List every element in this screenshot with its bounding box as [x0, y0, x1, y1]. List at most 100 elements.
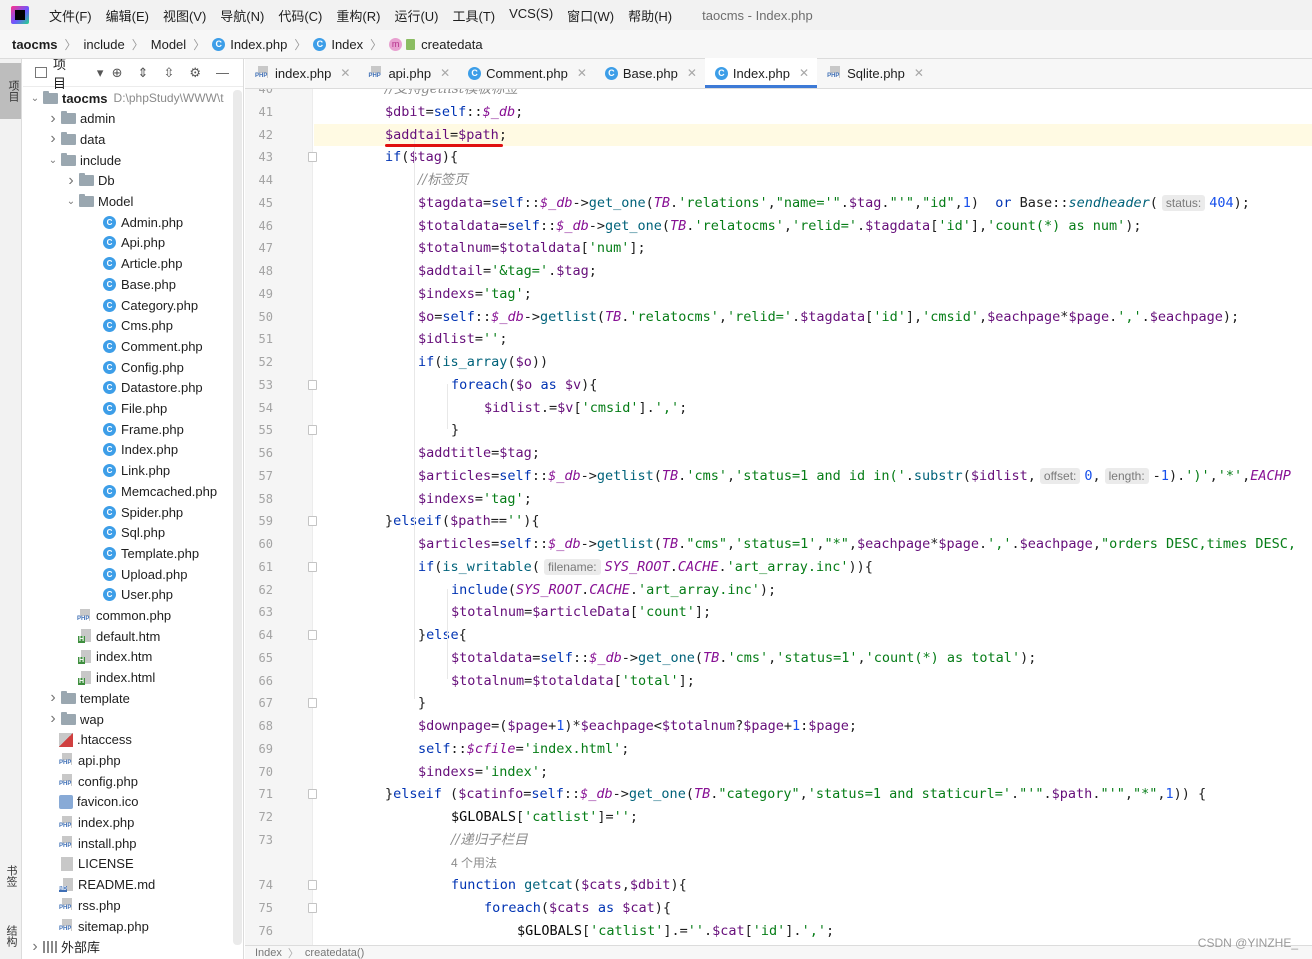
fold-marker-icon[interactable]: [308, 903, 317, 913]
code-editor[interactable]: 40 41 42 43 44 45 46 47 48 49 50 51 52 53 54 55 56 57 58 59…: [245, 89, 1312, 945]
tree-item-sitemap-php[interactable]: sitemap.php: [23, 916, 149, 936]
footer-crumb-class[interactable]: Index: [255, 947, 282, 959]
code-line[interactable]: $totalnum=$articleData['count'];: [451, 601, 711, 623]
tree-item-cms-php[interactable]: C Cms.php: [23, 316, 173, 336]
tree-item-frame-php[interactable]: C Frame.php: [23, 419, 184, 439]
tree-item-config-php[interactable]: config.php: [23, 771, 138, 791]
tab-base-php[interactable]: C Base.php ✕: [595, 58, 705, 88]
tab-index-php[interactable]: C Index.php ✕: [704, 58, 818, 88]
fold-marker-icon[interactable]: [308, 379, 317, 390]
code-line[interactable]: //标签页: [418, 169, 468, 191]
breadcrumb-model[interactable]: Model 〉: [151, 36, 212, 53]
code-line[interactable]: }else{: [418, 624, 467, 646]
fold-marker-icon[interactable]: [308, 425, 317, 436]
fold-marker-icon[interactable]: [308, 789, 317, 800]
tree-item-default-htm[interactable]: default.htm: [23, 626, 160, 646]
tab-index-php[interactable]: index.php ✕: [245, 58, 358, 88]
tree-item-template-php[interactable]: C Template.php: [23, 543, 199, 563]
tree-item-index-htm[interactable]: index.htm: [23, 647, 152, 667]
breadcrumb-method[interactable]: m createdata: [389, 37, 483, 52]
code-line[interactable]: }: [418, 692, 426, 714]
code-line[interactable]: $indexs='tag';: [418, 488, 532, 510]
fold-marker-icon[interactable]: [308, 698, 317, 709]
code-line[interactable]: //支持getlist模板标签: [385, 89, 518, 100]
project-tool-button[interactable]: 项目: [0, 63, 21, 119]
tree-item-api-php[interactable]: api.php: [23, 750, 121, 770]
collapse-all-icon[interactable]: ⇳: [163, 66, 174, 79]
code-line[interactable]: $idlist.=$v['cmsid'].',';: [484, 397, 687, 419]
expand-arrow-icon[interactable]: ⌄: [47, 155, 59, 166]
code-line[interactable]: $GLOBALS['catlist'].=''.$cat['id'].',';: [517, 920, 834, 942]
project-panel-title[interactable]: 项目: [53, 59, 77, 92]
tree-item-index-php[interactable]: C Index.php: [23, 440, 178, 460]
close-icon[interactable]: ✕: [799, 66, 809, 80]
app-logo-icon[interactable]: [11, 6, 29, 24]
tree-item-category-php[interactable]: C Category.php: [23, 295, 198, 315]
code-line[interactable]: if(is_array($o)): [418, 351, 548, 373]
expand-arrow-icon[interactable]: ›: [29, 938, 41, 956]
code-line[interactable]: $addtitle=$tag;: [418, 442, 540, 464]
tree-item-db[interactable]: › Db: [23, 171, 114, 191]
code-line[interactable]: $indexs='index';: [418, 761, 548, 783]
tree-item-sql-php[interactable]: C Sql.php: [23, 523, 165, 543]
expand-arrow-icon[interactable]: ⌄: [29, 93, 41, 104]
tree-item-spider-php[interactable]: C Spider.php: [23, 502, 183, 522]
tree-item-datastore-php[interactable]: C Datastore.php: [23, 378, 203, 398]
menu-item-5[interactable]: 重构(R): [328, 6, 386, 25]
expand-arrow-icon[interactable]: ›: [47, 710, 59, 728]
bookmarks-tool-button[interactable]: 书签: [3, 854, 19, 898]
expand-arrow-icon[interactable]: ›: [47, 689, 59, 707]
tree-item-include[interactable]: ⌄ include: [23, 150, 121, 170]
code-line[interactable]: }elseif($path==''){: [385, 510, 540, 532]
code-line[interactable]: if($tag){: [385, 146, 458, 168]
tree-item-readme-md[interactable]: README.md: [23, 875, 155, 895]
code-line[interactable]: $dbit=self::$_db;: [385, 101, 523, 123]
menu-item-8[interactable]: VCS(S): [501, 6, 559, 25]
code-line[interactable]: //递归子栏目: [451, 829, 528, 851]
tree-item-article-php[interactable]: C Article.php: [23, 254, 182, 274]
menu-item-9[interactable]: 窗口(W): [559, 6, 620, 25]
structure-tool-button[interactable]: 结构: [3, 914, 19, 958]
tree-item-rss-php[interactable]: rss.php: [23, 895, 121, 915]
code-line[interactable]: $o=self::$_db->getlist(TB.'relatocms','r…: [418, 306, 1239, 328]
close-icon[interactable]: ✕: [577, 66, 587, 80]
code-line[interactable]: $addtail='&tag='.$tag;: [418, 260, 597, 282]
menu-item-2[interactable]: 视图(V): [155, 6, 212, 25]
tree-item-admin[interactable]: › admin: [23, 109, 115, 129]
close-icon[interactable]: ✕: [440, 66, 450, 80]
tree-item-index-php[interactable]: index.php: [23, 813, 134, 833]
tree-item-wap[interactable]: › wap: [23, 709, 104, 729]
tree-item-taocms[interactable]: ⌄ taocms D:\phpStudy\WWW\t: [23, 88, 224, 108]
code-line[interactable]: $totaldata=self::$_db->get_one(TB.'cms',…: [451, 647, 1036, 669]
tree-item-link-php[interactable]: C Link.php: [23, 461, 170, 481]
expand-arrow-icon[interactable]: ›: [65, 172, 77, 190]
tree-item-base-php[interactable]: C Base.php: [23, 274, 176, 294]
tree-item-config-php[interactable]: C Config.php: [23, 357, 184, 377]
code-line[interactable]: $articles=self::$_db->getlist(TB.'cms','…: [418, 465, 1291, 487]
menu-item-1[interactable]: 编辑(E): [98, 6, 155, 25]
code-line[interactable]: $tagdata=self::$_db->get_one(TB.'relatio…: [418, 192, 1250, 214]
tree-item-favicon-ico[interactable]: favicon.ico: [23, 792, 138, 812]
code-line[interactable]: if(is_writable(filename: SYS_ROOT.CACHE.'…: [418, 556, 873, 578]
expand-arrow-icon[interactable]: ⌄: [65, 196, 77, 207]
close-icon[interactable]: ✕: [687, 66, 697, 80]
hide-icon[interactable]: —: [216, 66, 229, 79]
breadcrumb-file[interactable]: C Index.php 〉: [212, 36, 313, 53]
expand-arrow-icon[interactable]: ›: [47, 130, 59, 148]
code-line[interactable]: foreach($cats as $cat){: [484, 897, 671, 919]
project-scrollbar[interactable]: [233, 90, 242, 945]
tree-item-api-php[interactable]: C Api.php: [23, 233, 165, 253]
menu-item-0[interactable]: 文件(F): [41, 6, 98, 25]
breadcrumb-class[interactable]: C Index 〉: [313, 36, 389, 53]
close-icon[interactable]: ✕: [340, 66, 350, 80]
fold-marker-icon[interactable]: [308, 880, 317, 891]
fold-marker-icon[interactable]: [308, 561, 317, 572]
code-line[interactable]: include(SYS_ROOT.CACHE.'art_array.inc');: [451, 579, 776, 601]
code-line[interactable]: $totalnum=$totaldata['total'];: [451, 670, 695, 692]
fold-marker-icon[interactable]: [308, 516, 317, 527]
code-line[interactable]: $idlist='';: [418, 328, 507, 350]
tab-sqlite-php[interactable]: Sqlite.php ✕: [817, 58, 932, 88]
menu-item-6[interactable]: 运行(U): [386, 6, 444, 25]
fold-marker-icon[interactable]: [308, 630, 317, 640]
tree-item-upload-php[interactable]: C Upload.php: [23, 564, 188, 584]
